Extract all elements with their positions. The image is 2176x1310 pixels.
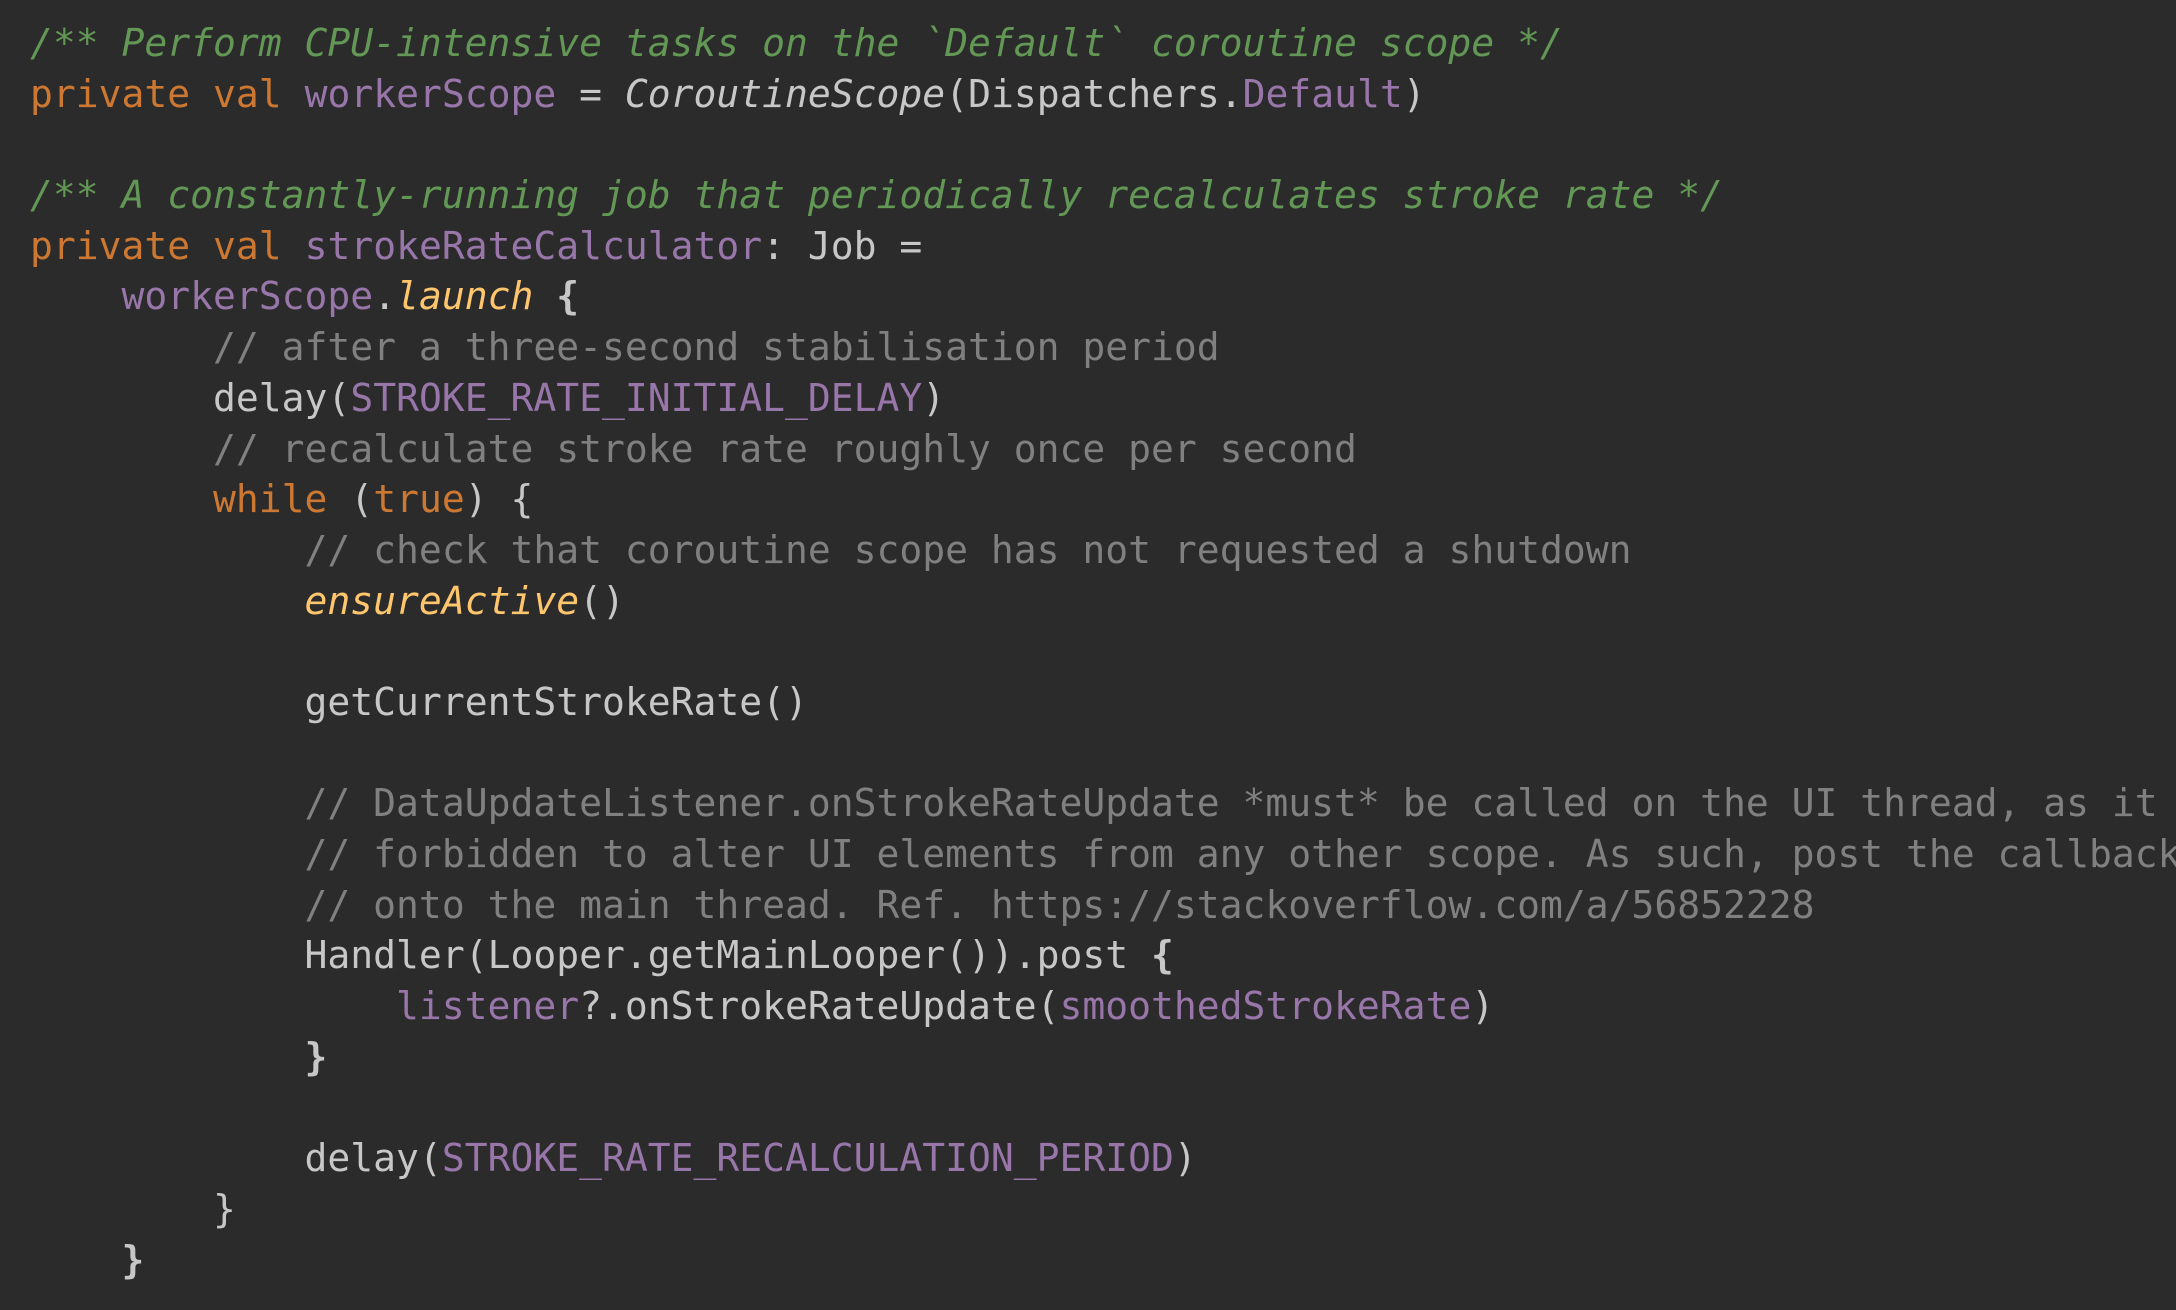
property-ref: workerScope [121, 274, 374, 319]
paren: ( [327, 375, 351, 420]
function-call: getCurrentStrokeRate() [304, 679, 808, 724]
paren: ( [327, 477, 374, 522]
function-call: delay [213, 375, 328, 420]
paren-brace: ) { [464, 477, 534, 522]
code-line-14: getCurrentStrokeRate() [30, 677, 2176, 728]
code-line-16: // DataUpdateListener.onStrokeRateUpdate… [30, 778, 2176, 829]
line-comment: // recalculate stroke rate roughly once … [213, 426, 1357, 471]
paren: ) [1471, 984, 1495, 1029]
lambda-brace: { [1128, 933, 1174, 978]
line-comment: // check that coroutine scope has not re… [304, 527, 1632, 572]
code-line-7: // after a three-second stabilisation pe… [30, 322, 2176, 373]
line-comment: // after a three-second stabilisation pe… [213, 325, 1220, 370]
paren: ) [1173, 1136, 1197, 1181]
lambda-brace: } [121, 1237, 145, 1282]
code-line-21: } [30, 1032, 2176, 1083]
property-name: strokeRateCalculator [304, 223, 763, 268]
keyword-true: true [373, 477, 465, 522]
paren: ) [1402, 71, 1426, 116]
property-ref: Default [1242, 71, 1403, 116]
code-line-17: // forbidden to alter UI elements from a… [30, 829, 2176, 880]
extension-call: launch [396, 274, 534, 319]
property-ref: smoothedStrokeRate [1059, 984, 1472, 1029]
property-name: workerScope [304, 71, 557, 116]
code-line-25: } [30, 1235, 2176, 1286]
code-line-2: private val workerScope = CoroutineScope… [30, 69, 2176, 120]
code-line-11: // check that coroutine scope has not re… [30, 525, 2176, 576]
code-line-9: // recalculate stroke rate roughly once … [30, 424, 2176, 475]
lambda-brace: } [304, 1034, 328, 1079]
code-line-12: ensureActive() [30, 576, 2176, 627]
code-line-19: Handler(Looper.getMainLooper()).post { [30, 930, 2176, 981]
type-annotation: : Job = [762, 223, 923, 268]
keyword-private: private [30, 71, 191, 116]
keyword-while: while [213, 477, 328, 522]
line-comment: // onto the main thread. Ref. https://st… [304, 882, 1815, 927]
code-line-4: /** A constantly-running job that period… [30, 170, 2176, 221]
code-line-20: listener?.onStrokeRateUpdate(smoothedStr… [30, 981, 2176, 1032]
extension-call: ensureActive [304, 578, 580, 623]
doc-comment: /** Perform CPU-intensive tasks on the `… [30, 21, 1563, 65]
constant-ref: STROKE_RATE_INITIAL_DELAY [350, 375, 923, 420]
code-line-23: delay(STROKE_RATE_RECALCULATION_PERIOD) [30, 1133, 2176, 1184]
constructor-call: CoroutineScope [624, 71, 946, 116]
paren: ( [945, 71, 969, 116]
line-comment: // forbidden to alter UI elements from a… [304, 832, 2176, 876]
code-line-10: while (true) { [30, 474, 2176, 525]
block-brace: } [213, 1186, 236, 1231]
paren: () [579, 578, 625, 623]
dot: . [373, 274, 397, 319]
code-line-24: } [30, 1184, 2176, 1235]
lambda-brace: { [533, 274, 580, 319]
function-call: delay [304, 1136, 419, 1181]
line-comment: // DataUpdateListener.onStrokeRateUpdate… [304, 781, 2176, 826]
paren: ( [418, 1136, 442, 1181]
code-line-6: workerScope.launch { [30, 271, 2176, 322]
function-call: Handler(Looper.getMainLooper()).post [304, 933, 1129, 978]
code-line-1: /** Perform CPU-intensive tasks on the `… [30, 18, 2176, 69]
constant-ref: STROKE_RATE_RECALCULATION_PERIOD [441, 1136, 1174, 1181]
keyword-private: private [30, 223, 191, 268]
doc-comment: /** A constantly-running job that period… [30, 173, 1723, 218]
code-editor[interactable]: /** Perform CPU-intensive tasks on the `… [30, 18, 2176, 1310]
class-ref: Dispatchers. [968, 71, 1243, 116]
operator: = [556, 71, 625, 116]
code-line-5: private val strokeRateCalculator: Job = [30, 221, 2176, 272]
method-call: ?.onStrokeRateUpdate( [579, 984, 1060, 1029]
property-ref: listener [396, 984, 580, 1029]
paren: ) [922, 375, 946, 420]
keyword-val: val [213, 223, 282, 268]
keyword-val: val [213, 71, 282, 116]
code-line-8: delay(STROKE_RATE_INITIAL_DELAY) [30, 373, 2176, 424]
code-line-18: // onto the main thread. Ref. https://st… [30, 880, 2176, 931]
